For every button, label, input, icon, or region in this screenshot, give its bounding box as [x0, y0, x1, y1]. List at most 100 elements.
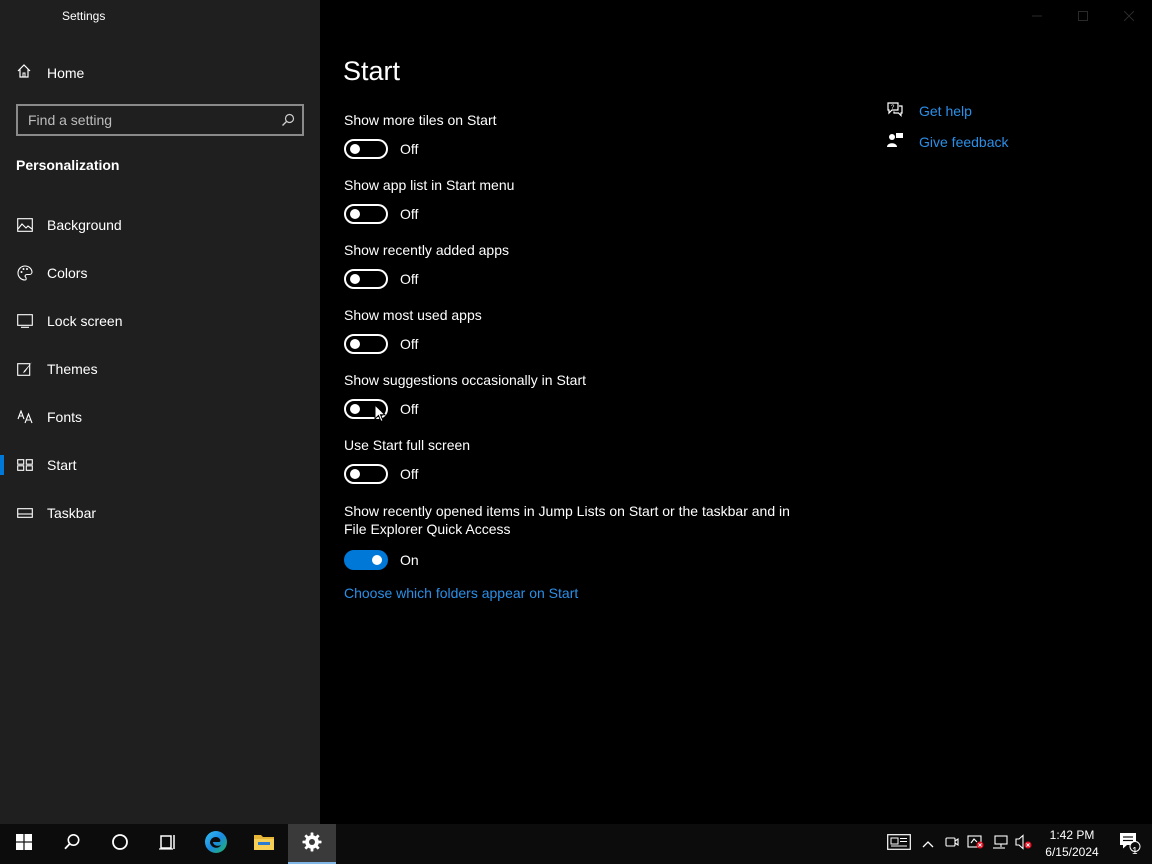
feedback-icon [886, 132, 904, 153]
taskbar-search-button[interactable] [48, 824, 96, 864]
page-title: Start [343, 56, 401, 86]
camera-icon [945, 835, 959, 854]
maximize-button[interactable] [1060, 0, 1106, 32]
toggle-switch[interactable] [344, 139, 388, 159]
picture-icon [16, 217, 33, 234]
setting-label: Show app list in Start menu [344, 177, 515, 193]
toggle-knob [372, 555, 382, 565]
clock[interactable]: 1:42 PM 6/15/2024 [1036, 827, 1108, 861]
news-widget-button[interactable] [882, 824, 916, 864]
edge-button[interactable] [192, 824, 240, 864]
toggle-state: Off [400, 336, 419, 352]
close-button[interactable] [1106, 0, 1152, 32]
start-layout-icon [16, 457, 33, 474]
toggle-state: Off [400, 206, 419, 222]
get-help-text: Get help [919, 103, 972, 119]
sidebar-item-label: Fonts [47, 409, 83, 425]
notification-count: 1 [1132, 846, 1138, 857]
section-title: Personalization [16, 157, 120, 173]
network-tray-button[interactable] [988, 824, 1012, 864]
lock-screen-icon [16, 313, 33, 330]
volume-tray-button[interactable] [1012, 824, 1036, 864]
search-icon [63, 833, 81, 856]
get-help-link[interactable]: ? Get help [886, 101, 972, 121]
toggle-knob [350, 144, 360, 154]
toggle-switch[interactable] [344, 464, 388, 484]
sidebar-item-label: Start [47, 457, 77, 473]
give-feedback-text: Give feedback [919, 134, 1009, 150]
settings-taskbar-button[interactable] [288, 824, 336, 864]
toggle-state: On [400, 552, 419, 568]
sidebar: Settings Home Personalization Background… [0, 0, 320, 824]
start-button[interactable] [0, 824, 48, 864]
sidebar-item-label: Taskbar [47, 505, 97, 521]
sidebar-item-fonts[interactable]: Fonts [0, 393, 320, 441]
give-feedback-link[interactable]: Give feedback [886, 132, 1009, 152]
setting-label: Show most used apps [344, 307, 482, 323]
gear-icon [302, 832, 322, 857]
palette-icon [16, 265, 33, 282]
toggle-state: Off [400, 271, 419, 287]
network-icon [992, 834, 1008, 854]
help-chat-icon: ? [886, 101, 904, 122]
setting-show-suggestions: Show suggestions occasionally in Start O… [344, 371, 804, 419]
meet-now-button[interactable] [940, 824, 964, 864]
toggle-switch[interactable] [344, 550, 388, 570]
setting-full-screen: Use Start full screen Off [344, 436, 804, 484]
setting-show-most-used: Show most used apps Off [344, 306, 804, 354]
mouse-cursor-icon [374, 403, 387, 428]
show-hidden-icons-button[interactable] [916, 824, 940, 864]
toggle-switch[interactable] [344, 204, 388, 224]
window-controls [1014, 0, 1152, 32]
toggle-state: Off [400, 466, 419, 482]
setting-label: Show recently opened items in Jump Lists… [344, 503, 790, 537]
action-center-button[interactable]: 1 [1108, 824, 1152, 864]
sidebar-item-background[interactable]: Background [0, 201, 320, 249]
sidebar-item-label: Themes [47, 361, 98, 377]
sidebar-item-label: Lock screen [47, 313, 123, 329]
toggle-knob [350, 209, 360, 219]
sidebar-item-label: Background [47, 217, 122, 233]
sidebar-item-lock-screen[interactable]: Lock screen [0, 297, 320, 345]
news-icon [887, 833, 911, 855]
toggle-knob [350, 404, 360, 414]
sidebar-item-themes[interactable]: Themes [0, 345, 320, 393]
setting-label: Show more tiles on Start [344, 112, 497, 128]
chevron-up-icon [922, 835, 934, 853]
volume-muted-icon [1015, 833, 1033, 855]
setting-show-recently-added: Show recently added apps Off [344, 241, 804, 289]
cortana-button[interactable] [96, 824, 144, 864]
task-view-icon [159, 833, 177, 856]
shield-warning-icon [967, 834, 985, 855]
search-icon[interactable] [274, 113, 302, 127]
cortana-circle-icon [111, 833, 129, 856]
sidebar-item-colors[interactable]: Colors [0, 249, 320, 297]
toggle-switch[interactable] [344, 334, 388, 354]
search-box[interactable] [16, 104, 304, 136]
home-nav-item[interactable]: Home [16, 62, 84, 84]
folder-icon [253, 833, 275, 856]
sidebar-item-taskbar[interactable]: Taskbar [0, 489, 320, 537]
setting-label: Show suggestions occasionally in Start [344, 372, 587, 388]
file-explorer-button[interactable] [240, 824, 288, 864]
sidebar-item-start[interactable]: Start [0, 441, 320, 489]
system-tray: 1:42 PM 6/15/2024 1 [882, 824, 1152, 864]
toggle-state: Off [400, 401, 419, 417]
window-title: Settings [62, 9, 106, 23]
toggle-knob [350, 469, 360, 479]
toggle-knob [350, 274, 360, 284]
task-view-button[interactable] [144, 824, 192, 864]
security-tray-button[interactable] [964, 824, 988, 864]
choose-folders-link[interactable]: Choose which folders appear on Start [344, 585, 578, 601]
taskbar: 1:42 PM 6/15/2024 1 [0, 824, 1152, 864]
search-input[interactable] [18, 106, 274, 134]
minimize-button[interactable] [1014, 0, 1060, 32]
setting-label: Use Start full screen [344, 437, 471, 453]
toggle-switch[interactable] [344, 269, 388, 289]
windows-logo-icon [16, 833, 32, 855]
taskbar-icon [16, 505, 33, 522]
edge-browser-icon [204, 830, 228, 859]
setting-show-app-list: Show app list in Start menu Off [344, 176, 804, 224]
clock-date: 6/15/2024 [1045, 845, 1099, 859]
nav-list: Background Colors Lock screen Themes Fon… [0, 201, 320, 537]
